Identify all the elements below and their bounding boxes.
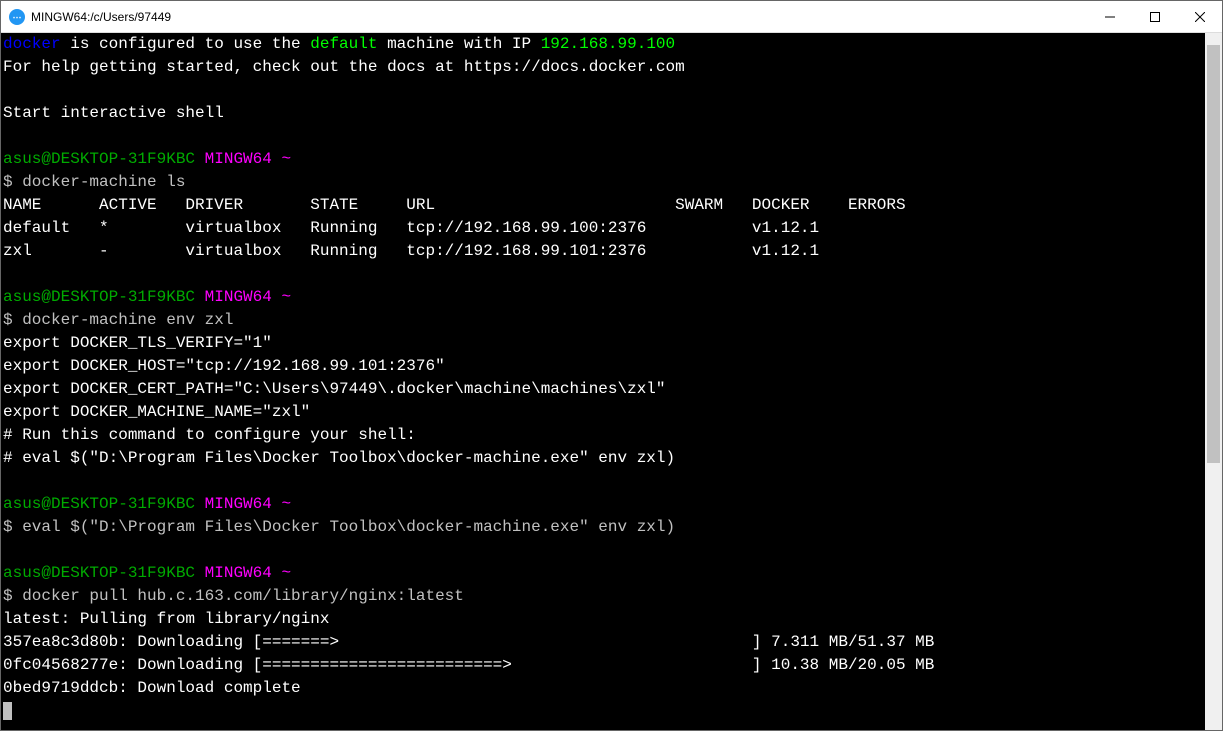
prompt-userhost: asus@DESKTOP-31F9KBC [3,495,195,513]
prompt-shell: MINGW64 [205,288,272,306]
env-line: export DOCKER_MACHINE_NAME="zxl" [3,403,310,421]
cmd-4: docker pull hub.c.163.com/library/nginx:… [22,587,464,605]
prompt-dollar: $ [3,311,22,329]
env-line: export DOCKER_CERT_PATH="C:\Users\97449\… [3,380,666,398]
word-default: default [310,35,377,53]
intro-start: Start interactive shell [3,104,224,122]
scroll-thumb[interactable] [1207,45,1220,463]
prompt-tilde: ~ [281,564,291,582]
prompt-tilde: ~ [281,288,291,306]
prompt-shell: MINGW64 [205,564,272,582]
env-line: # eval $("D:\Program Files\Docker Toolbo… [3,449,675,467]
titlebar[interactable]: ⋯ MINGW64:/c/Users/97449 [1,1,1222,33]
cmd-2: docker-machine env zxl [22,311,233,329]
app-icon: ⋯ [9,9,25,25]
app-window: ⋯ MINGW64:/c/Users/97449 docker is confi… [0,0,1223,731]
intro-help: For help getting started, check out the … [3,58,685,76]
env-line: # Run this command to configure your she… [3,426,416,444]
minimize-button[interactable] [1087,1,1132,33]
close-button[interactable] [1177,1,1222,33]
env-line: export DOCKER_TLS_VERIFY="1" [3,334,272,352]
cmd-3: eval $("D:\Program Files\Docker Toolbox\… [22,518,675,536]
prompt-tilde: ~ [281,150,291,168]
prompt-dollar: $ [3,587,22,605]
pull-line: 0fc04568277e: Downloading [=============… [3,656,934,674]
prompt-userhost: asus@DESKTOP-31F9KBC [3,288,195,306]
cursor [3,702,12,720]
terminal-wrap: docker is configured to use the default … [1,33,1222,730]
cmd-1: docker-machine ls [22,173,185,191]
terminal[interactable]: docker is configured to use the default … [1,33,1205,730]
env-line: export DOCKER_HOST="tcp://192.168.99.101… [3,357,445,375]
maximize-button[interactable] [1132,1,1177,33]
intro-text-2: machine with IP [377,35,540,53]
intro-ip: 192.168.99.100 [541,35,675,53]
prompt-tilde: ~ [281,495,291,513]
pull-line: 0bed9719ddcb: Download complete [3,679,301,697]
prompt-dollar: $ [3,173,22,191]
pull-line: latest: Pulling from library/nginx [3,610,329,628]
prompt-userhost: asus@DESKTOP-31F9KBC [3,150,195,168]
word-docker: docker [3,35,61,53]
intro-text-1: is configured to use the [61,35,311,53]
prompt-userhost: asus@DESKTOP-31F9KBC [3,564,195,582]
table-row: zxl - virtualbox Running tcp://192.168.9… [3,242,819,260]
window-title: MINGW64:/c/Users/97449 [31,10,171,24]
prompt-dollar: $ [3,518,22,536]
scrollbar[interactable] [1205,33,1222,730]
prompt-shell: MINGW64 [205,495,272,513]
pull-line: 357ea8c3d80b: Downloading [=======> ] 7.… [3,633,934,651]
table-row: default * virtualbox Running tcp://192.1… [3,219,819,237]
prompt-shell: MINGW64 [205,150,272,168]
table-header: NAME ACTIVE DRIVER STATE URL SWARM DOCKE… [3,196,906,214]
